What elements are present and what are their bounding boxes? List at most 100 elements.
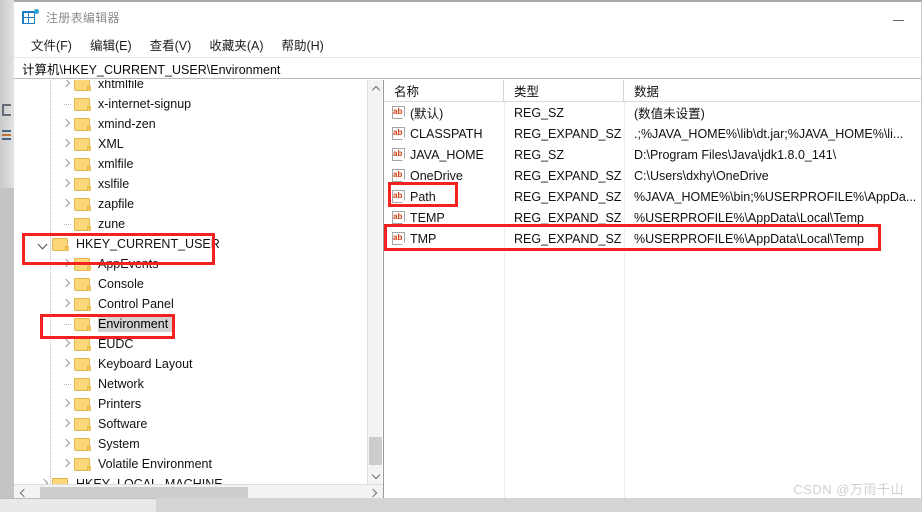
chevron-right-icon[interactable]: [58, 256, 74, 272]
chevron-right-icon[interactable]: [58, 296, 74, 312]
value-name-text: Path: [410, 189, 436, 204]
chevron-right-icon[interactable]: [58, 396, 74, 412]
tree-vertical-scrollbar[interactable]: [367, 80, 382, 484]
registry-tree-viewport: xhtmlfile x-internet-signup xmind-zen XML xm…: [14, 80, 368, 484]
folder-icon: [74, 97, 91, 111]
tree-item-label: Volatile Environment: [98, 457, 212, 471]
tree-scroll-up-button[interactable]: [368, 80, 383, 96]
value-type-cell: REG_EXPAND_SZ: [514, 168, 622, 183]
tree-item[interactable]: zune: [14, 214, 368, 234]
tree-item[interactable]: zapfile: [14, 194, 368, 214]
tree-item[interactable]: AppEvents: [14, 254, 368, 274]
chevron-right-icon[interactable]: [58, 416, 74, 432]
tree-item[interactable]: xmind-zen: [14, 114, 368, 134]
registry-value-row[interactable]: ab OneDrive REG_EXPAND_SZ C:\Users\dxhy\One…: [384, 165, 921, 186]
chevron-right-icon[interactable]: [58, 456, 74, 472]
column-header-type[interactable]: 类型: [504, 80, 624, 101]
registry-value-row[interactable]: ab CLASSPATH REG_EXPAND_SZ .;%JAVA_HOME%\li…: [384, 123, 921, 144]
folder-icon: [74, 177, 91, 191]
content-area: xhtmlfile x-internet-signup xmind-zen XML xm…: [14, 80, 922, 500]
string-value-icon: ab: [392, 210, 406, 225]
string-value-icon: ab: [392, 189, 406, 204]
column-header-name[interactable]: 名称: [384, 80, 504, 101]
chevron-right-icon[interactable]: [58, 116, 74, 132]
registry-value-row[interactable]: ab TMP REG_EXPAND_SZ %USERPROFILE%\AppData\…: [384, 228, 921, 249]
tree-guide-line: [50, 134, 51, 154]
tree-guide-line: [50, 274, 51, 294]
tree-guide-line: [50, 80, 51, 94]
chevron-right-icon[interactable]: [58, 196, 74, 212]
tree-item-label: xhtmlfile: [98, 80, 144, 91]
registry-editor-icon: [22, 9, 39, 25]
value-type-cell: REG_EXPAND_SZ: [514, 210, 622, 225]
registry-value-row[interactable]: ab (默认) REG_SZ (数值未设置): [384, 102, 921, 123]
folder-icon: [74, 357, 91, 371]
tree-item[interactable]: Keyboard Layout: [14, 354, 368, 374]
screenshot-root: 注册表编辑器 文件(F) 编辑(E) 查看(V) 收藏夹(A) 帮助(H) 计算…: [0, 0, 922, 512]
address-bar[interactable]: 计算机\HKEY_CURRENT_USER\Environment: [14, 57, 921, 79]
tree-item[interactable]: XML: [14, 134, 368, 154]
minimize-button[interactable]: [875, 2, 921, 32]
menu-help[interactable]: 帮助(H): [272, 33, 332, 56]
value-name-cell: ab CLASSPATH: [384, 126, 504, 141]
chevron-right-icon[interactable]: [58, 136, 74, 152]
menu-file[interactable]: 文件(F): [22, 33, 81, 56]
value-name-cell: ab TMP: [384, 231, 504, 246]
tree-item-label: HKEY_CURRENT_USER: [76, 237, 220, 251]
folder-icon: [74, 457, 91, 471]
value-type-cell: REG_EXPAND_SZ: [514, 126, 622, 141]
chevron-right-icon[interactable]: [58, 80, 74, 92]
value-type-cell: REG_EXPAND_SZ: [514, 189, 622, 204]
tree-item-label: Network: [98, 377, 144, 391]
folder-icon: [74, 437, 91, 451]
folder-icon: [74, 80, 91, 91]
chevron-right-icon[interactable]: [58, 176, 74, 192]
value-name-text: CLASSPATH: [410, 126, 483, 141]
chevron-right-icon[interactable]: [36, 476, 52, 484]
tree-item[interactable]: xhtmlfile: [14, 80, 368, 94]
value-type-cell: REG_SZ: [514, 147, 565, 162]
value-name-text: (默认): [410, 107, 444, 121]
column-header-data[interactable]: 数据: [624, 80, 921, 101]
tree-item[interactable]: x-internet-signup: [14, 94, 368, 114]
tree-item[interactable]: EUDC: [14, 334, 368, 354]
tree-item[interactable]: Control Panel: [14, 294, 368, 314]
registry-value-row[interactable]: ab JAVA_HOME REG_SZ D:\Program Files\Java\j…: [384, 144, 921, 165]
chevron-right-icon[interactable]: [58, 336, 74, 352]
chevron-right-icon[interactable]: [58, 436, 74, 452]
tree-item[interactable]: HKEY_LOCAL_MACHINE: [14, 474, 368, 484]
tree-item[interactable]: Environment: [14, 314, 368, 334]
tree-item[interactable]: Volatile Environment: [14, 454, 368, 474]
registry-value-row[interactable]: ab TEMP REG_EXPAND_SZ %USERPROFILE%\AppData…: [384, 207, 921, 228]
tree-guide-line: [50, 374, 51, 394]
csdn-watermark: CSDN @万雨千山: [793, 482, 904, 497]
tree-item[interactable]: Console: [14, 274, 368, 294]
tree-vertical-scroll-thumb[interactable]: [369, 437, 382, 465]
tree-item[interactable]: Printers: [14, 394, 368, 414]
registry-value-row[interactable]: ab Path REG_EXPAND_SZ %JAVA_HOME%\bin;%USER…: [384, 186, 921, 207]
registry-values-pane: 名称 类型 数据 ab (默认) REG_SZ (数值未设置) ab CLASSPATH R…: [384, 80, 921, 500]
tree-item[interactable]: HKEY_CURRENT_USER: [14, 234, 368, 254]
chevron-right-icon[interactable]: [58, 156, 74, 172]
tree-item-label: zapfile: [98, 197, 135, 211]
value-name-cell: ab TEMP: [384, 210, 504, 225]
tree-scroll-down-button[interactable]: [368, 468, 383, 484]
tree-item-label: xslfile: [98, 177, 130, 191]
chevron-right-icon[interactable]: [58, 356, 74, 372]
chevron-down-icon[interactable]: [36, 236, 52, 252]
chevron-right-icon[interactable]: [58, 276, 74, 292]
tree-leaf-connector-icon: [58, 96, 74, 112]
tree-item[interactable]: Network: [14, 374, 368, 394]
menu-bar: 文件(F) 编辑(E) 查看(V) 收藏夹(A) 帮助(H): [14, 32, 921, 57]
tree-item[interactable]: xslfile: [14, 174, 368, 194]
tree-guide-line: [50, 174, 51, 194]
menu-view[interactable]: 查看(V): [141, 33, 201, 56]
tree-guide-line: [50, 214, 51, 234]
tree-item[interactable]: System: [14, 434, 368, 454]
string-value-icon: ab: [392, 231, 406, 246]
menu-edit[interactable]: 编辑(E): [81, 33, 141, 56]
tree-item[interactable]: xmlfile: [14, 154, 368, 174]
folder-icon: [74, 157, 91, 171]
menu-favorites[interactable]: 收藏夹(A): [200, 33, 272, 56]
tree-item[interactable]: Software: [14, 414, 368, 434]
